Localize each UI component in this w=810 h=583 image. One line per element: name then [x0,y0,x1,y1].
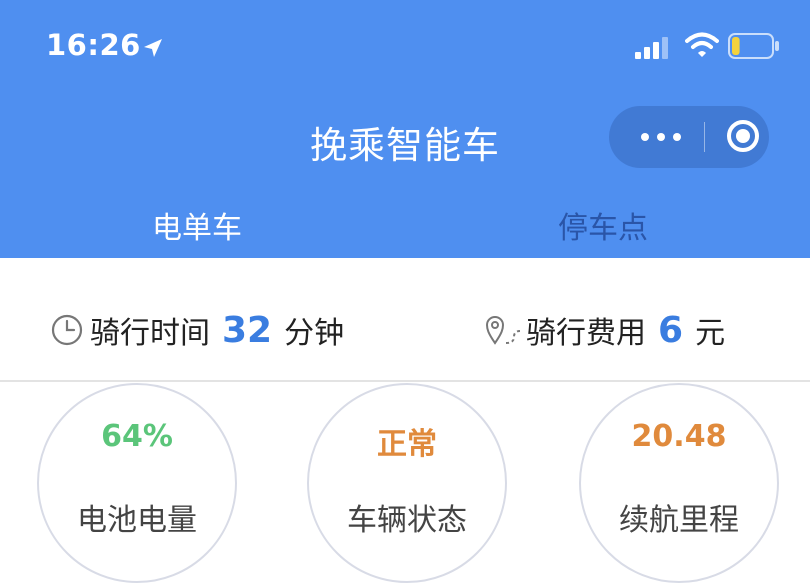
vehicle-status-card: 正常 车辆状态 [307,383,507,583]
ride-cost: 骑行费用 6 元 [484,308,725,352]
signal-icon [635,37,668,59]
tab-parking-spot[interactable]: 停车点 [558,203,648,247]
range-stat-label: 续航里程 [619,503,739,538]
range-stat-value: 20.48 [631,419,727,454]
battery-stat-value: 64% [101,419,173,454]
ride-time-unit: 分钟 [284,316,345,351]
vehicle-status-label: 车辆状态 [347,503,467,538]
battery-stat-label: 电池电量 [77,503,197,538]
tab-ebike[interactable]: 电单车 [152,203,242,247]
location-arrow-icon [144,39,162,57]
section-divider [0,380,810,382]
ride-time-label: 骑行时间 [90,316,210,351]
vehicle-status-value: 正常 [377,427,437,462]
clock-icon [51,314,83,346]
ride-cost-unit: 元 [695,316,726,351]
mini-program-capsule [609,106,769,168]
close-button[interactable] [705,106,769,168]
battery-icon [728,33,780,63]
range-stat-card: 20.48 续航里程 [579,383,779,583]
close-target-dot [736,129,750,143]
ride-time-value: 32 [222,309,273,351]
ride-cost-value: 6 [658,309,684,351]
ride-info-row: 骑行时间 32 分钟 骑行费用 6 元 [0,258,810,380]
more-button[interactable] [609,106,704,168]
wifi-icon [685,32,719,57]
ride-time: 骑行时间 32 分钟 [50,308,344,352]
more-dots-icon [673,133,681,141]
more-dots-icon [657,133,665,141]
more-dots-icon [641,133,649,141]
route-pin-icon [485,316,521,345]
app-header: 16:26 挽乘智能车 电单车 停车点 [0,0,810,258]
battery-stat-card: 64% 电池电量 [37,383,237,583]
status-time: 16:26 [46,28,141,62]
ride-cost-label: 骑行费用 [526,316,646,351]
